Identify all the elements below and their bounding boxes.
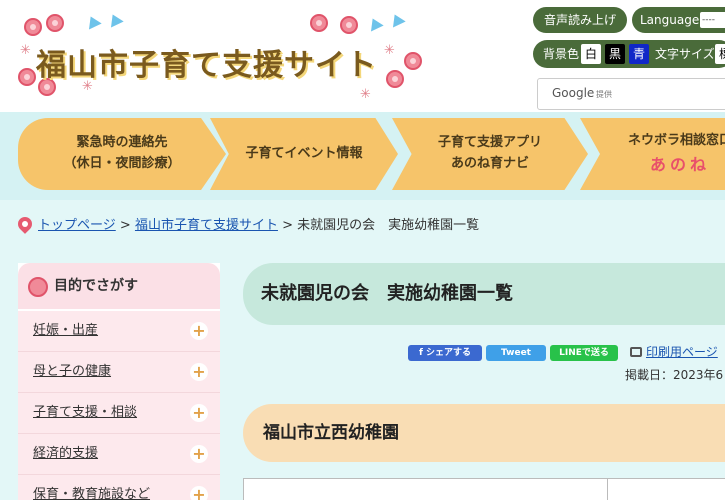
language-label: Language bbox=[640, 13, 700, 27]
sidebar-item-maternal-health[interactable]: 母と子の健康 + bbox=[18, 352, 220, 393]
nav-emergency-contacts[interactable]: 緊急時の連絡先 （休日・夜間診療） bbox=[18, 118, 226, 190]
sidebar-item-label[interactable]: 保育・教育施設など bbox=[33, 475, 150, 500]
kindergarten-table bbox=[243, 478, 725, 500]
sparkle-icon: ✳ bbox=[20, 43, 31, 58]
sidebar-item-facilities[interactable]: 保育・教育施設など + bbox=[18, 475, 220, 500]
bird-icon bbox=[388, 11, 406, 28]
sparkle-icon: ✳ bbox=[360, 87, 371, 102]
sidebar-item-label[interactable]: 母と子の健康 bbox=[33, 352, 111, 392]
sidebar: 目的でさがす 妊娠・出産 + 母と子の健康 + 子育て支援・相談 + 経済的支援… bbox=[18, 263, 220, 500]
expand-plus-icon[interactable]: + bbox=[190, 322, 208, 340]
table-column-divider bbox=[607, 479, 608, 500]
line-share-button[interactable]: LINEで送る bbox=[550, 345, 618, 361]
section-heading: 福山市立西幼稚園 bbox=[263, 423, 399, 443]
search-brand: Google bbox=[552, 86, 595, 100]
bg-color-label: 背景色 bbox=[543, 47, 580, 61]
page-title: 未就園児の会 実施幼稚園一覧 bbox=[261, 283, 513, 304]
sidebar-item-childcare-support[interactable]: 子育て支援・相談 + bbox=[18, 393, 220, 434]
text-size-label: 文字サイズ bbox=[655, 47, 715, 61]
breadcrumb-current: 未就園児の会 実施幼稚園一覧 bbox=[297, 218, 480, 233]
bird-icon bbox=[84, 13, 102, 30]
sidebar-heading-label: 目的でさがす bbox=[54, 278, 138, 294]
sidebar-heading: 目的でさがす bbox=[18, 263, 220, 309]
nav-childcare-events[interactable]: 子育てイベント情報 bbox=[210, 118, 398, 190]
page: ✳ ✳ ✳ ✳ 福山市子育て支援サイト 音声読み上げ Language ----… bbox=[0, 0, 725, 500]
breadcrumb-home-link[interactable]: トップページ bbox=[38, 218, 116, 233]
expand-plus-icon[interactable]: + bbox=[190, 363, 208, 381]
flower-icon bbox=[404, 52, 422, 70]
site-search-input[interactable]: Google 提供 bbox=[537, 78, 725, 110]
print-page-link[interactable]: 印刷用ページ bbox=[630, 343, 718, 360]
expand-plus-icon[interactable]: + bbox=[190, 486, 208, 500]
sidebar-item-pregnancy[interactable]: 妊娠・出産 + bbox=[18, 311, 220, 352]
nav-neuvola-consultation[interactable]: ネウボラ相談窓口 あのね bbox=[580, 118, 725, 190]
bg-black-button[interactable]: 黒 bbox=[605, 44, 625, 64]
breadcrumb-separator: > bbox=[119, 218, 131, 233]
page-title-banner: 未就園児の会 実施幼稚園一覧 bbox=[243, 263, 725, 325]
sparkle-icon: ✳ bbox=[384, 43, 395, 58]
flower-icon bbox=[18, 68, 36, 86]
breadcrumb-separator: > bbox=[282, 218, 293, 233]
location-pin-icon bbox=[15, 214, 35, 234]
breadcrumb: トップページ > 福山市子育て支援サイト > 未就園児の会 実施幼稚園一覧 bbox=[15, 214, 480, 238]
sidebar-item-financial-support[interactable]: 経済的支援 + bbox=[18, 434, 220, 475]
language-select[interactable]: ---- bbox=[700, 12, 725, 28]
sidebar-item-label[interactable]: 経済的支援 bbox=[33, 434, 98, 474]
text-size-standard-button[interactable]: 標 bbox=[715, 44, 725, 64]
facebook-share-button[interactable]: f シェアする bbox=[408, 345, 482, 361]
flower-icon bbox=[46, 14, 64, 32]
posted-date: 掲載日：2023年6 bbox=[625, 368, 724, 382]
flower-icon bbox=[386, 70, 404, 88]
print-label: 印刷用ページ bbox=[646, 345, 718, 359]
accessibility-bar: 背景色 白 黒 青 文字サイズ 標 bbox=[533, 40, 725, 68]
nav-label: 緊急時の連絡先 （休日・夜間診療） bbox=[63, 135, 181, 171]
bird-icon bbox=[366, 15, 384, 32]
sidebar-item-label[interactable]: 妊娠・出産 bbox=[33, 311, 98, 351]
flower-icon bbox=[24, 18, 42, 36]
section-heading-banner: 福山市立西幼稚園 bbox=[243, 404, 725, 462]
twitter-tweet-button[interactable]: Tweet bbox=[486, 345, 546, 361]
flower-icon bbox=[310, 14, 328, 32]
nav-label: 子育て支援アプリ あのね育ナビ bbox=[437, 135, 542, 171]
read-aloud-button[interactable]: 音声読み上げ bbox=[533, 7, 627, 33]
expand-plus-icon[interactable]: + bbox=[190, 445, 208, 463]
nav-label: 子育てイベント情報 bbox=[245, 145, 363, 161]
site-header: ✳ ✳ ✳ ✳ 福山市子育て支援サイト 音声読み上げ Language ----… bbox=[0, 0, 725, 112]
nav-sublabel: あのね bbox=[649, 154, 710, 174]
search-brand-sub: 提供 bbox=[596, 90, 612, 99]
nav-childcare-app[interactable]: 子育て支援アプリ あのね育ナビ bbox=[392, 118, 588, 190]
printer-icon bbox=[630, 347, 642, 357]
sidebar-item-label[interactable]: 子育て支援・相談 bbox=[33, 393, 137, 433]
global-nav: 緊急時の連絡先 （休日・夜間診療） 子育てイベント情報 子育て支援アプリ あのね… bbox=[0, 112, 725, 200]
bg-blue-button[interactable]: 青 bbox=[629, 44, 649, 64]
flower-icon bbox=[340, 16, 358, 34]
bird-icon bbox=[106, 11, 124, 28]
nav-label: ネウボラ相談窓口 bbox=[627, 132, 725, 148]
breadcrumb-section-link[interactable]: 福山市子育て支援サイト bbox=[135, 218, 278, 233]
bg-white-button[interactable]: 白 bbox=[581, 44, 601, 64]
flower-icon bbox=[28, 277, 48, 297]
expand-plus-icon[interactable]: + bbox=[190, 404, 208, 422]
site-title: 福山市子育て支援サイト bbox=[36, 48, 377, 83]
